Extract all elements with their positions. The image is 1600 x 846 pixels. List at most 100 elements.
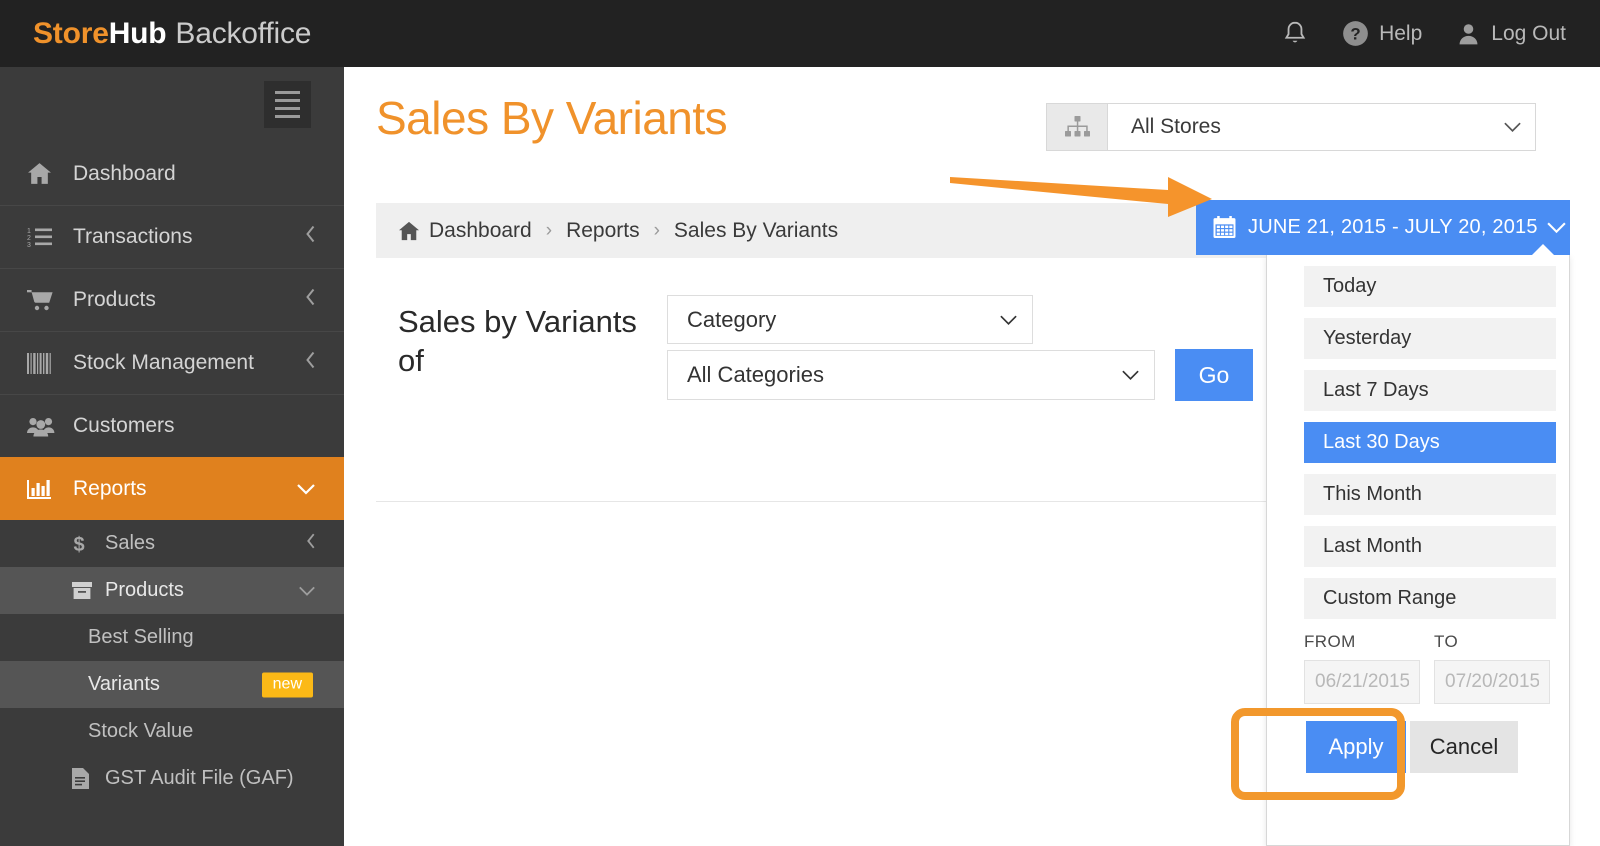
chevron-left-icon: [306, 532, 316, 556]
store-selector-value: All Stores: [1131, 115, 1221, 138]
sidebar-subitem-best-selling[interactable]: Best Selling: [0, 614, 344, 661]
apply-button[interactable]: Apply: [1306, 721, 1406, 773]
logout-label: Log Out: [1491, 21, 1566, 45]
users-icon: [27, 416, 61, 437]
svg-text:$: $: [73, 534, 84, 555]
sidebar-item-dashboard[interactable]: Dashboard: [0, 142, 344, 205]
date-option-today[interactable]: Today: [1304, 266, 1556, 307]
barcode-icon: [27, 352, 61, 374]
sidebar-item-label: Dashboard: [73, 161, 176, 185]
sidebar: Dashboard 1 2 3 Transactions Products St…: [0, 67, 344, 846]
from-label: FROM: [1304, 632, 1356, 651]
breadcrumb-item-dashboard[interactable]: Dashboard: [429, 219, 532, 243]
sidebar-subitem-gst-audit-file[interactable]: GST Audit File (GAF): [0, 755, 344, 802]
sidebar-item-transactions[interactable]: 1 2 3 Transactions: [0, 205, 344, 268]
page-title: Sales By Variants: [376, 92, 728, 144]
dropdown-caret: [1531, 244, 1555, 256]
sidebar-item-label: Customers: [73, 414, 175, 437]
breadcrumb-item-current: Sales By Variants: [673, 218, 839, 242]
sidebar-subitem-label: Products: [105, 579, 184, 601]
brand-part-store: Store: [33, 16, 109, 50]
form-label: Sales by Variants of: [398, 304, 637, 379]
cancel-button[interactable]: Cancel: [1410, 721, 1518, 773]
custom-range-fields: FROM TO: [1304, 632, 1564, 704]
home-icon: [398, 221, 420, 241]
notifications-button[interactable]: [1282, 20, 1308, 48]
sidebar-item-reports[interactable]: Reports: [0, 457, 344, 520]
brand-part-hub: Hub: [108, 16, 167, 50]
chevron-down-icon: [1538, 221, 1576, 234]
date-range-dropdown: Today Yesterday Last 7 Days Last 30 Days…: [1266, 255, 1570, 846]
go-button[interactable]: Go: [1175, 349, 1253, 401]
cart-icon: [27, 289, 61, 311]
date-option-last-7-days[interactable]: Last 7 Days: [1304, 370, 1556, 411]
sidebar-item-label: Stock Management: [73, 351, 254, 374]
sidebar-subitem-stock-value[interactable]: Stock Value: [0, 708, 344, 755]
to-date-input[interactable]: [1434, 660, 1550, 704]
variant-type-select[interactable]: Category: [667, 295, 1033, 344]
breadcrumb-separator: ›: [653, 219, 660, 241]
date-option-custom-range[interactable]: Custom Range: [1304, 578, 1556, 619]
date-option-yesterday[interactable]: Yesterday: [1304, 318, 1556, 359]
from-date-input[interactable]: [1304, 660, 1420, 704]
svg-text:1: 1: [27, 228, 31, 235]
app-window: StoreHub Backoffice ? Help Log Out Dashb…: [0, 0, 1600, 846]
sidebar-subitem-label: Best Selling: [88, 626, 194, 648]
svg-text:2: 2: [27, 235, 31, 242]
svg-text:3: 3: [27, 242, 31, 248]
date-option-last-30-days[interactable]: Last 30 Days: [1304, 422, 1556, 463]
to-label: TO: [1434, 632, 1459, 651]
sidebar-item-stock-management[interactable]: Stock Management: [0, 331, 344, 394]
help-button[interactable]: ? Help: [1342, 20, 1422, 47]
from-field-group: FROM: [1304, 632, 1420, 704]
svg-text:?: ?: [1350, 25, 1360, 44]
document-icon: [72, 768, 98, 789]
chevron-left-icon: [305, 288, 316, 313]
brand-logo[interactable]: StoreHub Backoffice: [33, 17, 311, 51]
ordered-list-icon: 1 2 3: [27, 226, 61, 248]
sidebar-toggle-wrap: [0, 67, 344, 142]
chevron-down-icon: [298, 579, 316, 602]
box-icon: [72, 581, 98, 600]
logout-button[interactable]: Log Out: [1456, 21, 1566, 47]
date-range-button[interactable]: JUNE 21, 2015 - JULY 20, 2015: [1196, 200, 1570, 255]
chevron-down-icon: [984, 314, 1032, 326]
question-circle-icon: ?: [1342, 20, 1369, 47]
sidebar-item-label: Products: [73, 288, 156, 311]
sidebar-subitem-label: Sales: [105, 532, 156, 554]
bell-icon: [1282, 20, 1308, 48]
sidebar-subitem-label: GST Audit File (GAF): [105, 767, 294, 789]
date-range-label: JUNE 21, 2015 - JULY 20, 2015: [1248, 216, 1538, 238]
sidebar-subitem-label: Variants: [88, 673, 160, 695]
to-field-group: TO: [1434, 632, 1550, 704]
chevron-left-icon: [305, 225, 316, 250]
variant-type-select-value: Category: [687, 306, 777, 332]
sidebar-item-label: Transactions: [73, 225, 193, 248]
date-range-actions: Apply Cancel: [1306, 721, 1518, 773]
calendar-icon: [1213, 216, 1236, 239]
date-option-last-month[interactable]: Last Month: [1304, 526, 1556, 567]
hamburger-menu-icon[interactable]: [264, 81, 311, 128]
sidebar-subitem-variants[interactable]: Variants new: [0, 661, 344, 708]
dollar-icon: $: [72, 533, 98, 555]
top-bar-actions: ? Help Log Out: [1282, 20, 1566, 48]
category-select[interactable]: All Categories: [667, 350, 1155, 400]
home-icon: [27, 162, 61, 185]
bar-chart-icon: [27, 478, 61, 500]
sidebar-item-products[interactable]: Products: [0, 268, 344, 331]
top-bar: StoreHub Backoffice ? Help Log Out: [0, 0, 1600, 67]
chevron-down-icon: [1106, 369, 1154, 381]
sidebar-subitem-label: Stock Value: [88, 720, 194, 742]
new-badge: new: [261, 672, 313, 697]
chevron-down-icon: [296, 477, 316, 501]
sidebar-item-customers[interactable]: Customers: [0, 394, 344, 457]
breadcrumb-item-reports[interactable]: Reports: [566, 219, 640, 243]
sidebar-subitem-sales[interactable]: $ Sales: [0, 520, 344, 567]
category-select-value: All Categories: [687, 362, 824, 387]
sitemap-icon: [1047, 104, 1108, 150]
chevron-down-icon: [1489, 104, 1535, 150]
date-option-this-month[interactable]: This Month: [1304, 474, 1556, 515]
sidebar-subitem-products[interactable]: Products: [0, 567, 344, 614]
store-selector[interactable]: All Stores: [1046, 103, 1536, 151]
user-icon: [1456, 21, 1481, 47]
